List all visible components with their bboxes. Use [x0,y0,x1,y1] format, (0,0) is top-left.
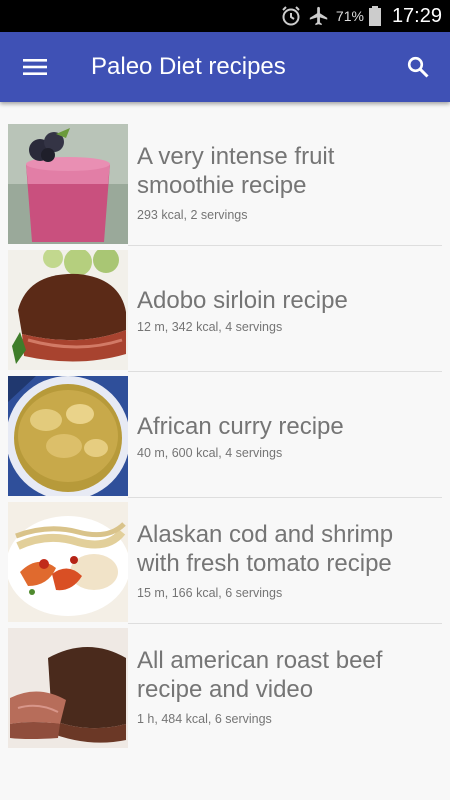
app-title: Paleo Diet recipes [91,53,286,80]
recipe-thumbnail-roast-beef [8,628,128,748]
clock: 17:29 [391,4,442,27]
hamburger-menu-icon [23,59,47,75]
recipe-meta: 1 h, 484 kcal, 6 servings [137,712,272,726]
recipe-meta: 15 m, 166 kcal, 6 servings [137,586,283,600]
recipe-thumbnail-cod-shrimp [8,502,128,622]
alarm-icon [280,5,302,27]
search-icon [407,56,429,78]
recipe-title: A very intense fruit smoothie recipe [137,143,335,199]
status-bar: 71% 17:29 [0,0,450,32]
menu-button[interactable] [18,52,52,82]
battery-percent: 71% [335,8,364,24]
recipe-title: African curry recipe [137,413,344,440]
recipe-row[interactable]: A very intense fruit smoothie recipe 293… [0,120,450,246]
recipe-title: All american roast beef recipe and video [137,647,383,703]
recipe-title: Adobo sirloin recipe [137,287,348,314]
recipe-row[interactable]: Adobo sirloin recipe 12 m, 342 kcal, 4 s… [0,246,450,372]
airplane-mode-icon [308,5,330,27]
recipe-thumbnail-curry [8,376,128,496]
recipe-meta: 293 kcal, 2 servings [137,208,248,222]
recipe-thumbnail-smoothie [8,124,128,244]
recipe-title: Alaskan cod and shrimp with fresh tomato… [137,521,394,577]
battery-icon [368,5,382,27]
recipe-row[interactable]: All american roast beef recipe and video… [0,624,450,750]
recipe-thumbnail-sirloin [8,250,128,370]
search-button[interactable] [400,50,436,84]
recipe-meta: 12 m, 342 kcal, 4 servings [137,320,283,334]
recipe-list: A very intense fruit smoothie recipe 293… [0,120,450,750]
app-bar: Paleo Diet recipes [0,32,450,102]
recipe-meta: 40 m, 600 kcal, 4 servings [137,446,283,460]
recipe-row[interactable]: African curry recipe 40 m, 600 kcal, 4 s… [0,372,450,498]
recipe-row[interactable]: Alaskan cod and shrimp with fresh tomato… [0,498,450,624]
